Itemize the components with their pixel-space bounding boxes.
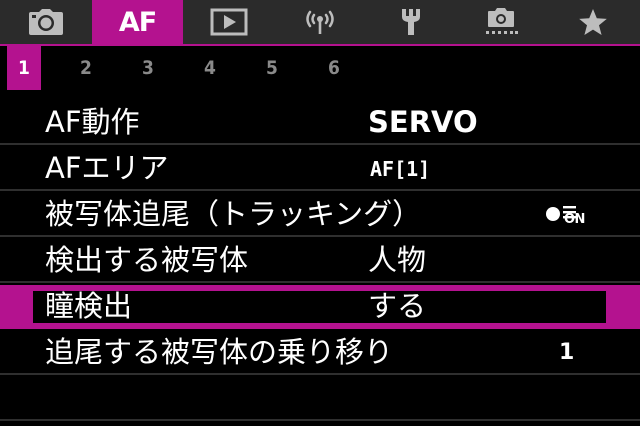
menu-empty-row xyxy=(0,377,640,421)
menu-item-value: 人物 xyxy=(368,243,427,277)
camera-icon xyxy=(28,9,63,35)
menu-item-subject-to-detect[interactable]: 検出する被写体 人物 xyxy=(0,239,640,283)
menu-item-label: AF動作 xyxy=(45,105,140,139)
sub-page-tabs: 1 2 3 4 5 6 xyxy=(0,46,640,90)
menu-item-label: 検出する被写体 xyxy=(45,243,249,277)
af-area-value: AF[1] xyxy=(370,157,431,181)
sub-tab-2[interactable]: 2 xyxy=(69,46,103,90)
wrench-icon xyxy=(401,9,420,35)
sub-tab-6-label: 6 xyxy=(328,57,340,79)
tab-setup[interactable] xyxy=(365,0,456,44)
tab-custom-functions[interactable] xyxy=(456,0,547,44)
sub-tab-3-label: 3 xyxy=(142,57,154,79)
sub-tab-4-label: 4 xyxy=(204,57,216,79)
menu-item-eye-detection[interactable]: 瞳検出 する xyxy=(0,285,640,329)
sub-tab-4[interactable]: 4 xyxy=(193,46,227,90)
tab-my-menu[interactable] xyxy=(547,0,638,44)
sub-tab-1-label: 1 xyxy=(18,57,30,79)
custom-functions-icon xyxy=(485,8,518,34)
tab-playback[interactable] xyxy=(183,0,274,44)
wireless-icon xyxy=(305,10,334,34)
sub-tab-2-label: 2 xyxy=(80,57,92,79)
category-tab-bar: AF xyxy=(0,0,640,44)
tab-shooting[interactable] xyxy=(0,0,91,44)
sub-tab-1[interactable]: 1 xyxy=(7,46,41,90)
menu-item-subject-tracking[interactable]: 被写体追尾（トラッキング） ON xyxy=(0,193,640,237)
menu-item-value: SERVO xyxy=(368,105,478,139)
sub-tab-3[interactable]: 3 xyxy=(131,46,165,90)
menu-item-af-operation[interactable]: AF動作 SERVO xyxy=(0,101,640,145)
menu-item-value: する xyxy=(368,289,427,323)
star-icon xyxy=(578,9,607,35)
menu-item-switching-tracked-subjects[interactable]: 追尾する被写体の乗り移り 1 xyxy=(0,331,640,375)
tracking-on-icon: ON xyxy=(545,204,595,228)
menu-item-af-area[interactable]: AFエリア AF[1] xyxy=(0,147,640,191)
tab-af-label: AF xyxy=(118,6,157,38)
tracking-on-label: ON xyxy=(564,212,585,227)
menu-item-label: AFエリア xyxy=(45,151,169,185)
sub-tab-5[interactable]: 5 xyxy=(255,46,289,90)
menu-item-label: 追尾する被写体の乗り移り xyxy=(45,335,394,369)
playback-icon xyxy=(210,8,247,36)
menu-item-label: 被写体追尾（トラッキング） xyxy=(45,197,422,231)
sub-tab-5-label: 5 xyxy=(266,57,278,79)
menu-item-label: 瞳検出 xyxy=(45,289,133,323)
tab-wireless[interactable] xyxy=(274,0,365,44)
sub-tab-6[interactable]: 6 xyxy=(317,46,351,90)
menu-item-value: 1 xyxy=(559,340,575,365)
tab-af[interactable]: AF xyxy=(92,0,183,44)
